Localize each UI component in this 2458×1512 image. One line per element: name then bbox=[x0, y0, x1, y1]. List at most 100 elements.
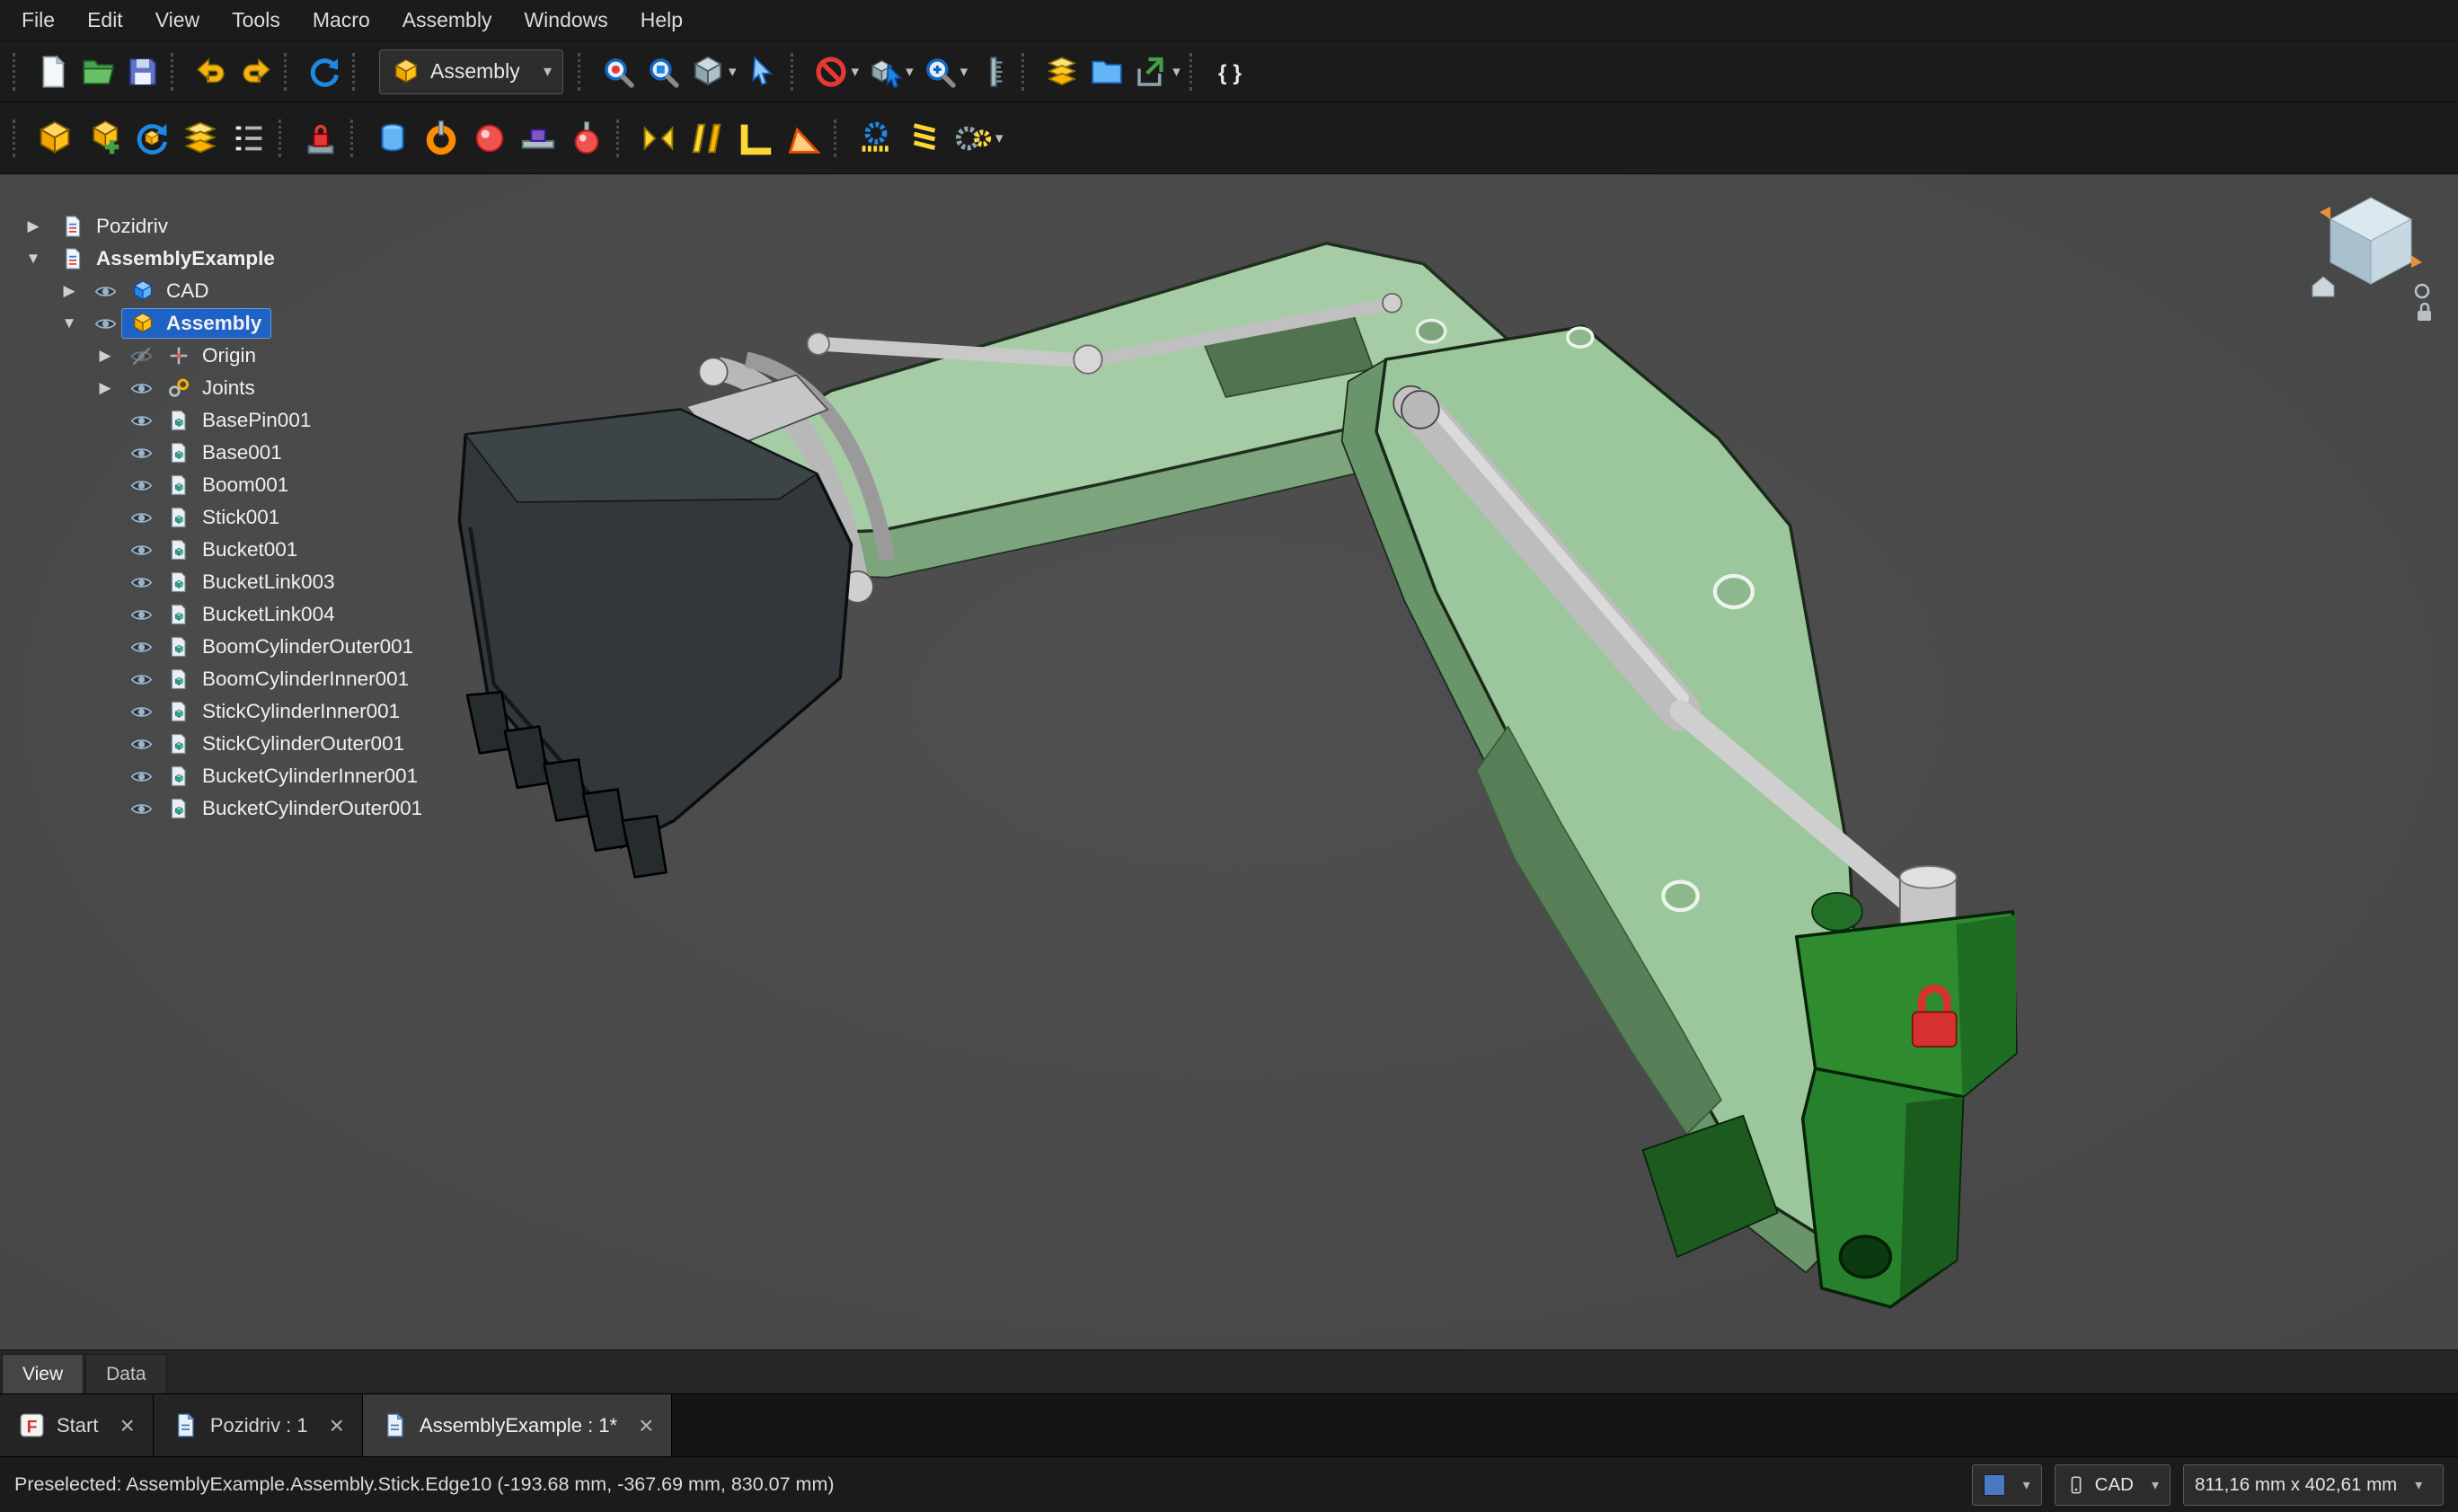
document-tab-start[interactable]: FStart× bbox=[0, 1394, 154, 1456]
refresh-button[interactable] bbox=[303, 46, 346, 98]
visibility-icon[interactable] bbox=[88, 279, 122, 304]
visibility-icon[interactable] bbox=[124, 570, 158, 595]
tree-item-boom001[interactable]: Boom001 bbox=[0, 469, 539, 501]
tree-item-joints[interactable]: ▶Joints bbox=[0, 372, 539, 404]
tree-item-bucketlink003[interactable]: BucketLink003 bbox=[0, 566, 539, 598]
visibility-icon[interactable] bbox=[124, 700, 158, 724]
tree-label-wrap[interactable]: BoomCylinderInner001 bbox=[158, 665, 418, 694]
create-slider-joint-button[interactable] bbox=[515, 112, 561, 164]
tree-label-wrap[interactable]: BucketLink004 bbox=[158, 600, 344, 629]
visibility-icon[interactable] bbox=[124, 538, 158, 562]
toolbar-handle[interactable] bbox=[284, 53, 291, 91]
undo-button[interactable] bbox=[190, 46, 233, 98]
tree-label-wrap[interactable]: AssemblyExample bbox=[52, 244, 284, 273]
expander-expanded-icon[interactable]: ▼ bbox=[14, 250, 52, 268]
tree-label-wrap[interactable]: Pozidriv bbox=[52, 212, 177, 241]
tree-item-pozidriv[interactable]: ▶Pozidriv bbox=[0, 210, 539, 243]
tree-label-wrap[interactable]: BucketCylinderOuter001 bbox=[158, 794, 431, 823]
menu-tools[interactable]: Tools bbox=[216, 0, 296, 40]
menu-assembly[interactable]: Assembly bbox=[386, 0, 508, 40]
tree-item-origin[interactable]: ▶ Origin bbox=[0, 340, 539, 372]
draw-style-button[interactable]: ▾ bbox=[686, 46, 739, 98]
tree-label-wrap[interactable]: CAD bbox=[122, 277, 218, 305]
toolbar-handle[interactable] bbox=[171, 53, 178, 91]
visibility-icon[interactable] bbox=[124, 441, 158, 465]
tree-item-assemblyexample[interactable]: ▼AssemblyExample bbox=[0, 243, 539, 275]
tree-item-stickcylinderouter001[interactable]: StickCylinderOuter001 bbox=[0, 728, 539, 760]
close-icon[interactable]: × bbox=[119, 1413, 134, 1438]
tree-label-wrap[interactable]: Boom001 bbox=[158, 471, 297, 500]
new-document-button[interactable] bbox=[31, 46, 75, 98]
visibility-icon[interactable] bbox=[124, 765, 158, 789]
tree-label-wrap[interactable]: StickCylinderOuter001 bbox=[158, 729, 413, 758]
create-cylindrical-joint-button[interactable] bbox=[466, 112, 513, 164]
document-tab-pozidriv[interactable]: Pozidriv : 1× bbox=[154, 1394, 363, 1456]
menu-file[interactable]: File bbox=[5, 0, 71, 40]
visibility-icon[interactable] bbox=[88, 312, 122, 336]
tree-selection[interactable]: Assembly bbox=[122, 309, 270, 338]
menu-view[interactable]: View bbox=[139, 0, 216, 40]
visibility-icon[interactable] bbox=[124, 603, 158, 627]
expander-collapsed-icon[interactable]: ▶ bbox=[86, 347, 124, 365]
panel-tab-view[interactable]: View bbox=[2, 1354, 84, 1393]
solve-assembly-button[interactable] bbox=[128, 112, 175, 164]
tree-label-wrap[interactable]: StickCylinderInner001 bbox=[158, 697, 409, 726]
create-gears-joint-button[interactable]: ▾ bbox=[950, 112, 1006, 164]
measure-button[interactable] bbox=[972, 46, 1015, 98]
visibility-icon[interactable] bbox=[124, 506, 158, 530]
toolbar-handle[interactable] bbox=[13, 53, 20, 91]
tree-item-bucketcylinderinner001[interactable]: BucketCylinderInner001 bbox=[0, 760, 539, 792]
fit-selection-button[interactable] bbox=[641, 46, 685, 98]
tree-item-boomcylinderouter001[interactable]: BoomCylinderOuter001 bbox=[0, 631, 539, 663]
insert-component-button[interactable] bbox=[80, 112, 127, 164]
create-angle-joint-button[interactable] bbox=[781, 112, 827, 164]
viewport-dimension-combo[interactable]: 811,16 mm x 402,61 mm▾ bbox=[2183, 1464, 2444, 1506]
layers-button[interactable] bbox=[1040, 46, 1083, 98]
toolbar-handle[interactable] bbox=[791, 53, 798, 91]
menu-windows[interactable]: Windows bbox=[508, 0, 623, 40]
expander-collapsed-icon[interactable]: ▶ bbox=[50, 282, 88, 300]
group-button[interactable] bbox=[1085, 46, 1128, 98]
tree-label-wrap[interactable]: Stick001 bbox=[158, 503, 288, 532]
tree-item-bucketlink004[interactable]: BucketLink004 bbox=[0, 598, 539, 631]
expression-editor-button[interactable]: { } bbox=[1208, 46, 1251, 98]
open-document-button[interactable] bbox=[76, 46, 119, 98]
create-ball-joint-button[interactable] bbox=[563, 112, 610, 164]
tree-label-wrap[interactable]: Base001 bbox=[158, 438, 291, 467]
visibility-icon[interactable] bbox=[124, 732, 158, 756]
menu-edit[interactable]: Edit bbox=[71, 0, 139, 40]
tree-item-stick001[interactable]: Stick001 bbox=[0, 501, 539, 534]
fit-all-button[interactable] bbox=[597, 46, 640, 98]
close-icon[interactable]: × bbox=[639, 1413, 653, 1438]
create-revolute-joint-button[interactable] bbox=[418, 112, 464, 164]
navigation-style-combo[interactable]: CAD▾ bbox=[2055, 1464, 2171, 1506]
panel-tab-data[interactable]: Data bbox=[85, 1354, 166, 1393]
workbench-selector[interactable]: Assembly▾ bbox=[379, 49, 563, 94]
tree-item-stickcylinderinner001[interactable]: StickCylinderInner001 bbox=[0, 695, 539, 728]
expander-expanded-icon[interactable]: ▼ bbox=[50, 314, 88, 332]
expander-collapsed-icon[interactable]: ▶ bbox=[14, 217, 52, 235]
menu-help[interactable]: Help bbox=[624, 0, 699, 40]
toolbar-handle[interactable] bbox=[1189, 53, 1197, 91]
sync-view-button[interactable] bbox=[741, 46, 784, 98]
toolbar-handle[interactable] bbox=[578, 53, 585, 91]
overlay-color-combo[interactable]: ▾ bbox=[1972, 1464, 2042, 1506]
visibility-off-icon[interactable] bbox=[124, 344, 158, 368]
toolbar-handle[interactable] bbox=[279, 119, 286, 157]
close-icon[interactable]: × bbox=[330, 1413, 344, 1438]
toolbar-handle[interactable] bbox=[13, 119, 20, 157]
visibility-icon[interactable] bbox=[124, 409, 158, 433]
tree-item-boomcylinderinner001[interactable]: BoomCylinderInner001 bbox=[0, 663, 539, 695]
redo-button[interactable] bbox=[234, 46, 278, 98]
viewport-3d[interactable]: ▶Pozidriv▼AssemblyExample▶CAD▼Assembly▶O… bbox=[0, 174, 2458, 1349]
navigation-cube[interactable] bbox=[2303, 185, 2440, 332]
zoom-tools-button[interactable]: ▾ bbox=[918, 46, 971, 98]
tree-label-wrap[interactable]: BucketLink003 bbox=[158, 568, 344, 597]
bill-of-materials-button[interactable] bbox=[225, 112, 272, 164]
tree-label-wrap[interactable]: BasePin001 bbox=[158, 406, 320, 435]
tree-label-wrap[interactable]: Origin bbox=[158, 341, 265, 370]
toolbar-handle[interactable] bbox=[616, 119, 623, 157]
tree-label-wrap[interactable]: BucketCylinderInner001 bbox=[158, 762, 427, 791]
clipping-plane-button[interactable]: ▾ bbox=[809, 46, 862, 98]
menu-macro[interactable]: Macro bbox=[296, 0, 386, 40]
